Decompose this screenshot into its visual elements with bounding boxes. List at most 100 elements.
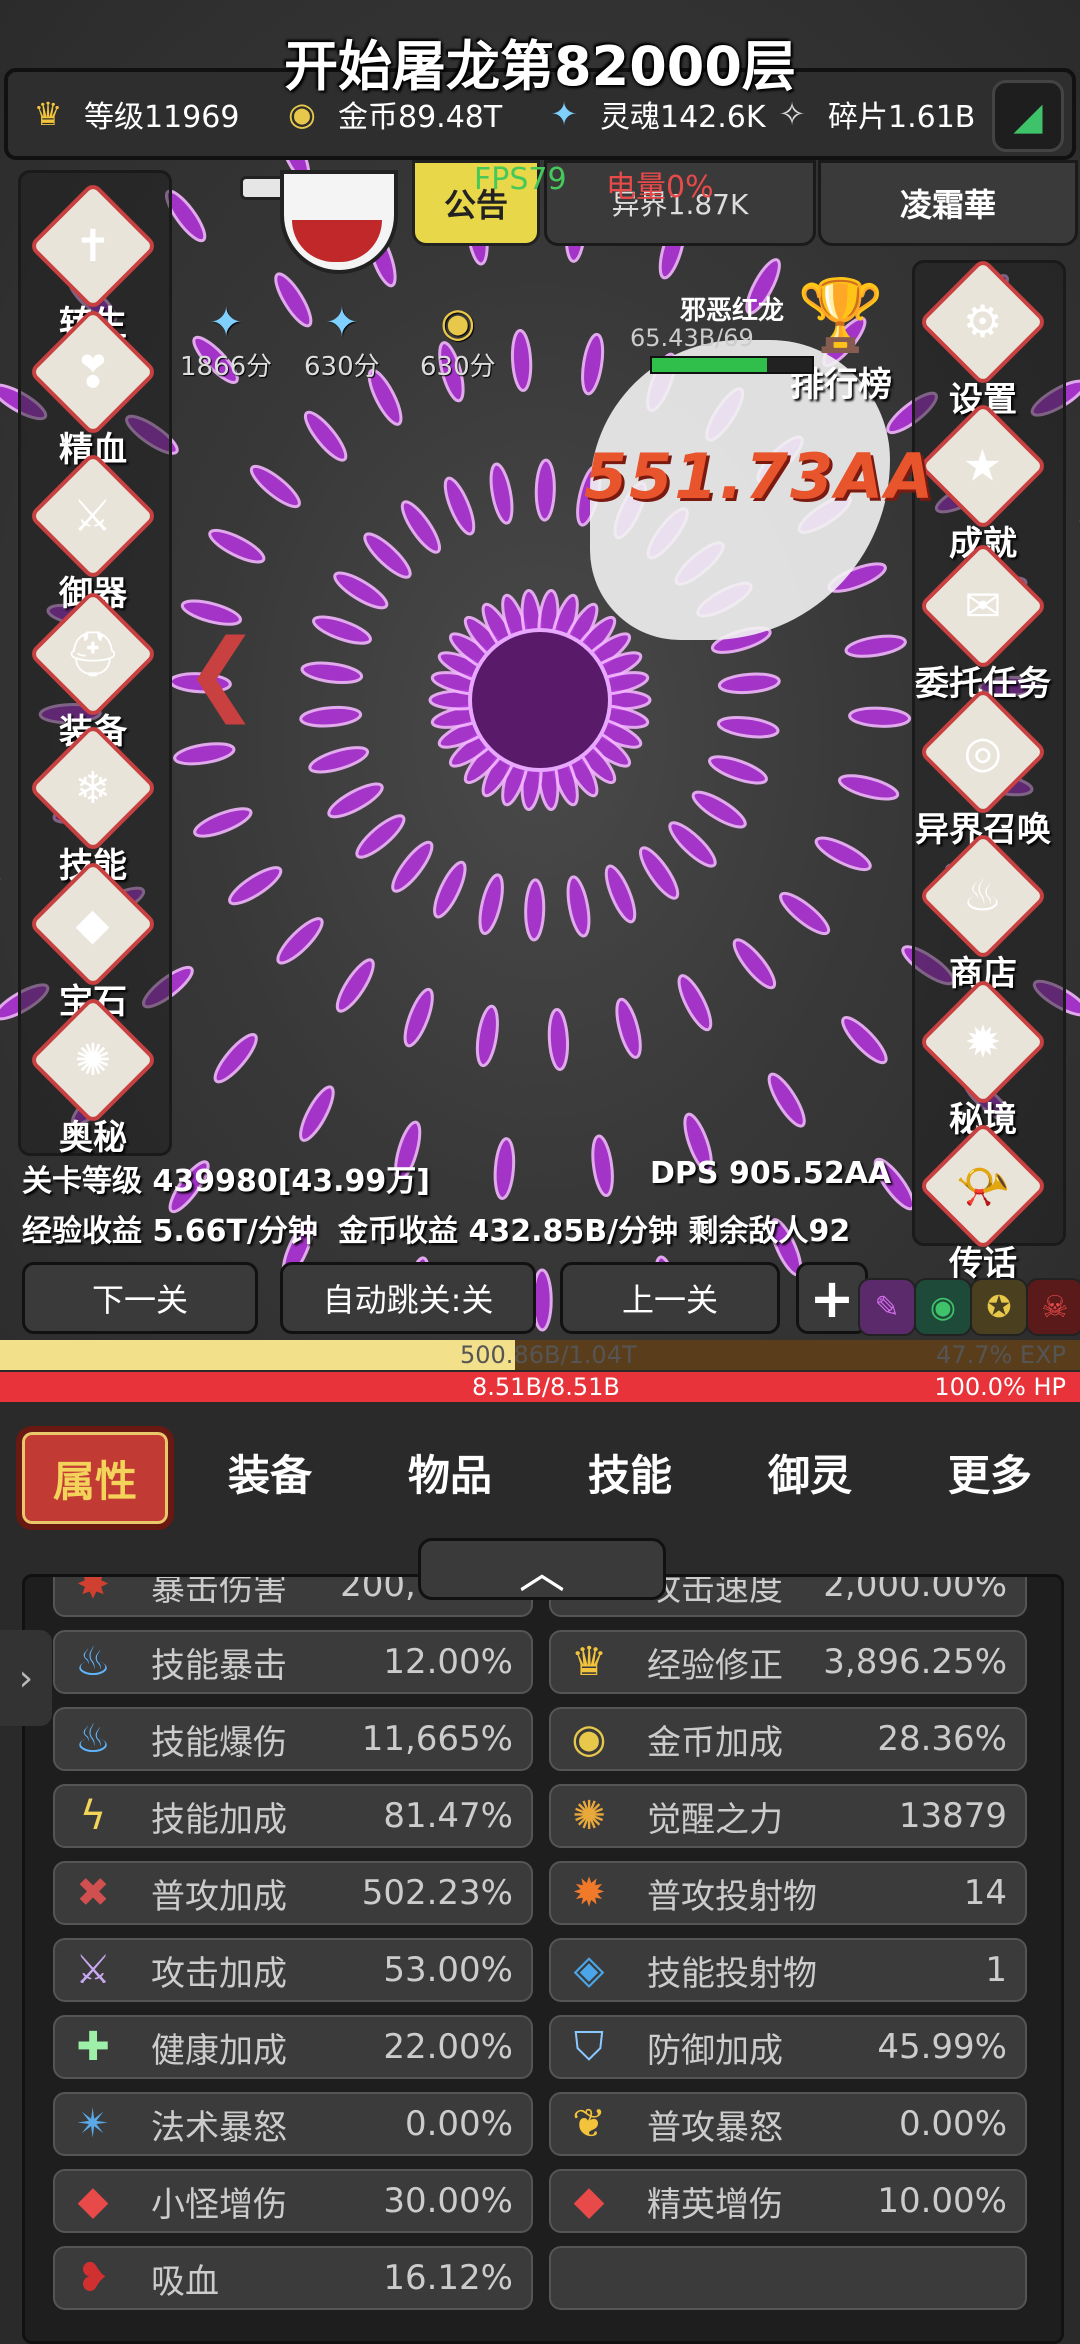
bag-icon: ♨ xyxy=(918,831,1048,961)
stat-row: ✺觉醒之力13879 xyxy=(549,1784,1027,1848)
stat-row: ϟ技能加成81.47% xyxy=(53,1784,533,1848)
blood-drop-icon: ❣ xyxy=(28,307,158,437)
stat-row: ♛经验修正3,896.25% xyxy=(549,1630,1027,1694)
page-title: 开始屠龙第82000层 xyxy=(0,22,1080,101)
dps-value: DPS 905.52AA xyxy=(650,1156,891,1191)
stat-row: ❦普攻暴怒0.00% xyxy=(549,2092,1027,2156)
sword-icon: ⚔ xyxy=(63,1942,123,1998)
score-soul-1: ✦1866分 xyxy=(180,300,272,383)
tab-4[interactable]: 御灵 xyxy=(720,1426,900,1518)
tab-2[interactable]: 物品 xyxy=(360,1426,540,1518)
stat-row: ♨技能爆伤11,665% xyxy=(53,1707,533,1771)
sun-medal-icon: ✺ xyxy=(559,1788,619,1844)
gold-income: 金币收益 432.85B/分钟 剩余敌人92 xyxy=(338,1206,850,1250)
claw-icon: ✖ xyxy=(63,1865,123,1921)
exp-income: 经验收益 5.66T/分钟 xyxy=(22,1206,318,1250)
attribute-panel[interactable]: ✸暴击伤害200,070%✕攻击速度2,000.00%♨技能暴击12.00%♛经… xyxy=(22,1574,1064,2344)
player-name-button[interactable]: 凌霜華 xyxy=(818,160,1078,246)
sword-icon: ⚔ xyxy=(28,451,158,581)
cross-icon: ✝ xyxy=(28,181,158,311)
stat-row: ◆小怪增伤30.00% xyxy=(53,2169,533,2233)
stat-row: ✚健康加成22.00% xyxy=(53,2015,533,2079)
red-emblem-icon: ◆ xyxy=(559,2173,619,2229)
stat-row-empty xyxy=(549,2246,1027,2310)
boss-hp-text: 65.43B/69 xyxy=(630,324,754,352)
next-stage-button[interactable]: 下一关 xyxy=(22,1262,258,1334)
stat-row: ◈技能投射物1 xyxy=(549,1938,1027,2002)
chevron-up-icon: ︿ xyxy=(519,1536,565,1602)
gold-leaf-icon: ❦ xyxy=(559,2096,619,2152)
stat-row: ♨技能暴击12.00% xyxy=(53,1630,533,1694)
side-expand-tab[interactable]: › xyxy=(0,1630,52,1726)
battery-level: 电量0% xyxy=(606,162,714,206)
bat-icon: ❥ xyxy=(63,2250,123,2306)
hp-bar-text: 8.51B/8.51B xyxy=(472,1372,620,1402)
stat-row: ❥吸血16.12% xyxy=(53,2246,533,2310)
hp-percent: 100.0% HP xyxy=(934,1372,1066,1402)
stage-level: 关卡等级 439980[43.99万] xyxy=(22,1156,430,1200)
damage-number: 551.73AA xyxy=(584,440,935,513)
stat-row: ◆精英增伤10.00% xyxy=(549,2169,1027,2233)
fps-counter: FPS79 xyxy=(474,162,567,197)
prev-stage-button[interactable]: 上一关 xyxy=(560,1262,780,1334)
axe-weapon-icon[interactable] xyxy=(240,150,410,270)
menu-mystery[interactable]: ✺奥秘 xyxy=(18,1014,168,1159)
menu-settings[interactable]: ⚙设置 xyxy=(908,276,1058,421)
red-emblem-icon: ◆ xyxy=(63,2173,123,2229)
trophy-icon: 🏆 xyxy=(766,274,916,357)
demon-skill-icon[interactable]: ☠ xyxy=(1026,1278,1080,1336)
collapse-panel-button[interactable]: ︿ xyxy=(418,1538,666,1600)
tab-1[interactable]: 装备 xyxy=(180,1426,360,1518)
exp-bar-text: 500.86B/1.04T xyxy=(460,1340,637,1370)
scroll-icon: ✉ xyxy=(918,541,1048,671)
stat-row: ✖普攻加成502.23% xyxy=(53,1861,533,1925)
gem-bag-icon: ◆ xyxy=(28,859,158,989)
boss-hp-bar xyxy=(650,356,814,374)
coin-icon: ◉ xyxy=(559,1711,619,1767)
tab-5[interactable]: 更多 xyxy=(900,1426,1080,1518)
crystal-icon: ❄ xyxy=(28,723,158,853)
gold-skill-icon[interactable]: ✪ xyxy=(970,1278,1028,1336)
rune-skill-icon[interactable]: ◉ xyxy=(914,1278,972,1336)
shield-icon: ⛉ xyxy=(559,2019,619,2075)
boss-name: 邪恶红龙 xyxy=(680,290,784,327)
fireball-icon: ✹ xyxy=(559,1865,619,1921)
horn-icon: 📯 xyxy=(918,1121,1048,1251)
battle-area[interactable]: 开始屠龙第82000层 ◢ ♛等级11969◉金币89.48T✦灵魂142.6K… xyxy=(0,0,1080,1340)
stat-row: ⛉防御加成45.99% xyxy=(549,2015,1027,2079)
feather-skill-icon[interactable]: ✎ xyxy=(858,1278,916,1336)
menu-shop[interactable]: ♨商店 xyxy=(908,850,1058,995)
lightning-icon: ϟ xyxy=(63,1788,123,1844)
portal-icon: ◎ xyxy=(918,687,1048,817)
stat-row: ✴法术暴怒0.00% xyxy=(53,2092,533,2156)
crown-icon: ♛ xyxy=(559,1634,619,1690)
auto-skip-toggle[interactable]: 自动跳关:关 xyxy=(280,1262,536,1334)
coin-icon: ◉ xyxy=(420,300,496,346)
menu-quests[interactable]: ✉委托任务 xyxy=(908,560,1058,705)
soul-icon: ✦ xyxy=(180,300,272,346)
hp-bar: 8.51B/8.51B 100.0% HP xyxy=(0,1372,1080,1402)
blue-flame-icon: ♨ xyxy=(63,1634,123,1690)
stat-row: ✹普攻投射物14 xyxy=(549,1861,1027,1925)
menu-secret-realm[interactable]: ✹秘境 xyxy=(908,996,1058,1141)
exp-percent: 47.7% EXP xyxy=(936,1340,1066,1370)
tab-3[interactable]: 技能 xyxy=(540,1426,720,1518)
arcane-icon: ✺ xyxy=(28,995,158,1125)
gear-icon: ⚙ xyxy=(918,257,1048,387)
chevron-left-icon[interactable]: ❮ xyxy=(184,620,259,725)
menu-teleport[interactable]: 📯传话 xyxy=(908,1140,1058,1285)
exp-bar: 500.86B/1.04T 47.7% EXP xyxy=(0,1340,1080,1370)
emerald-icon: ✹ xyxy=(918,977,1048,1107)
chevron-right-icon: › xyxy=(19,1658,33,1699)
tab-0[interactable]: 属性 xyxy=(16,1426,174,1530)
blue-flame-icon: ♨ xyxy=(63,1711,123,1767)
bottom-tabs: 属性装备物品技能御灵更多 xyxy=(0,1402,1080,1532)
menu-summon[interactable]: ◎异界召唤 xyxy=(908,706,1058,851)
menu-essence-blood[interactable]: ❣精血 xyxy=(18,326,168,471)
ranking-button[interactable]: 🏆 排行榜 xyxy=(766,274,916,406)
heal-cross-icon: ✚ xyxy=(63,2019,123,2075)
stat-row: ◉金币加成28.36% xyxy=(549,1707,1027,1771)
crit-icon: ✸ xyxy=(63,1574,123,1613)
helmet-icon: ⛑ xyxy=(28,589,158,719)
arcane-gear-icon: ✴ xyxy=(63,2096,123,2152)
